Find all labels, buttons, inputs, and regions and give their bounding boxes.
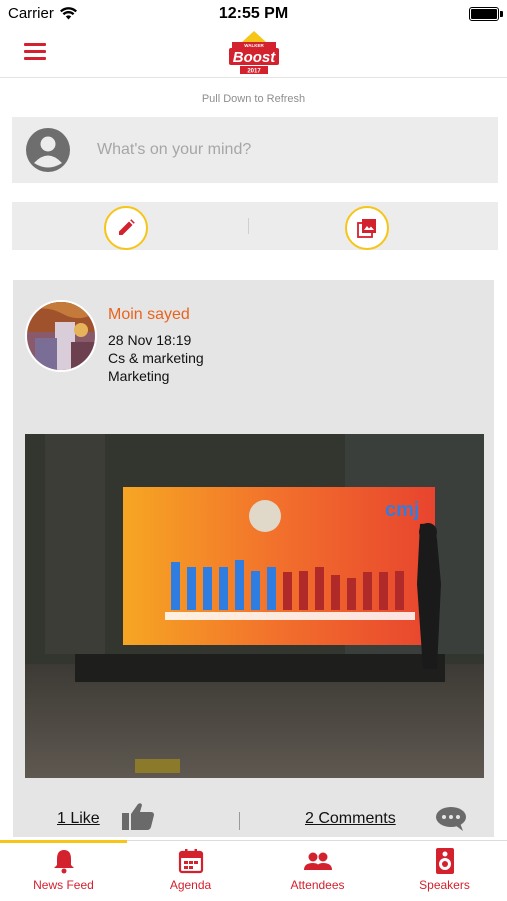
- author-photo: [27, 302, 95, 370]
- status-input[interactable]: What's on your mind?: [97, 141, 251, 159]
- tab-label: Speakers: [419, 878, 470, 892]
- action-divider: [248, 218, 249, 234]
- post-department: Cs & marketing: [108, 350, 204, 366]
- post-role: Marketing: [108, 368, 170, 384]
- composer-actions: [12, 202, 498, 250]
- status-time: 12:55 PM: [218, 5, 289, 22]
- pull-to-refresh-label: Pull Down to Refresh: [201, 93, 306, 105]
- battery-icon: [469, 7, 499, 21]
- tab-bar: News Feed Agenda Attendees Speakers: [0, 840, 507, 900]
- battery-tip: [500, 11, 503, 17]
- tab-label: Attendees: [290, 878, 345, 892]
- author-avatar[interactable]: [25, 300, 97, 372]
- photo-library-icon: [357, 219, 376, 238]
- status-bar: Carrier 12:55 PM: [0, 0, 507, 28]
- likes-link[interactable]: 1 Like: [57, 810, 100, 828]
- svg-text:2017: 2017: [247, 69, 261, 75]
- comment-bubble-icon[interactable]: [435, 806, 467, 832]
- footer-separator: [239, 812, 240, 830]
- post-card: Moin sayed 28 Nov 18:19 Cs & marketing M…: [13, 280, 494, 837]
- tab-news-feed[interactable]: News Feed: [0, 847, 127, 901]
- upload-photo-button[interactable]: [345, 206, 389, 250]
- tab-speakers[interactable]: Speakers: [381, 847, 507, 901]
- tab-attendees[interactable]: Attendees: [254, 847, 381, 901]
- calendar-icon: [178, 849, 203, 874]
- active-tab-indicator: [0, 840, 127, 843]
- thumbs-up-icon[interactable]: [121, 801, 155, 831]
- tab-agenda[interactable]: Agenda: [127, 847, 254, 901]
- pencil-icon: [119, 219, 135, 235]
- svg-text:Boost: Boost: [233, 49, 277, 66]
- speaker-icon: [435, 848, 454, 874]
- tab-label: Agenda: [169, 878, 212, 892]
- post-footer: 1 Like 2 Comments: [13, 800, 494, 837]
- people-icon: [303, 852, 332, 870]
- nav-bar: WALKER Boost 2017: [0, 28, 507, 78]
- bell-icon: [53, 850, 74, 874]
- write-post-button[interactable]: [104, 206, 148, 250]
- boost-logo: WALKER Boost 2017: [229, 31, 279, 75]
- user-avatar-icon: [26, 128, 70, 172]
- svg-text:cmj: cmj: [385, 499, 419, 521]
- hamburger-menu-icon[interactable]: [24, 43, 46, 61]
- comments-link[interactable]: 2 Comments: [305, 810, 396, 828]
- post-photo[interactable]: cmj: [25, 434, 484, 778]
- svg-text:WALKER: WALKER: [244, 43, 264, 48]
- tab-label: News Feed: [33, 878, 94, 892]
- post-date: 28 Nov 18:19: [108, 332, 192, 348]
- post-composer[interactable]: What's on your mind?: [12, 117, 498, 183]
- post-author[interactable]: Moin sayed: [108, 306, 190, 324]
